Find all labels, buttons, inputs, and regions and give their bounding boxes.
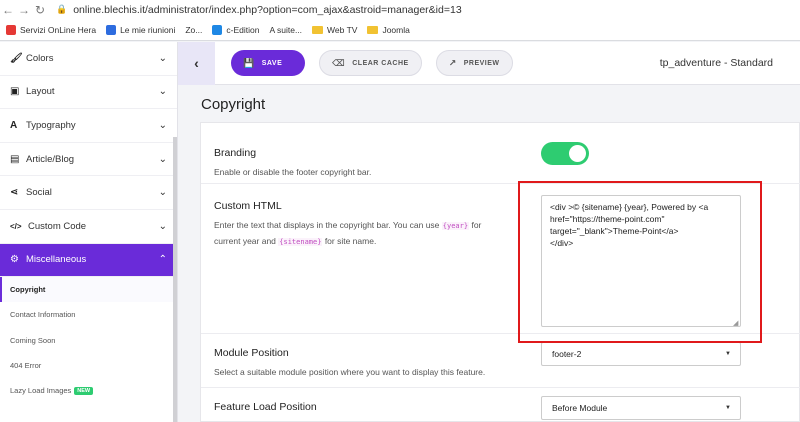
chevron-down-icon: ⌄ xyxy=(158,220,167,232)
bookmark-folder[interactable]: Joomla xyxy=(367,25,410,35)
custom-html-label: Custom HTML xyxy=(214,200,282,212)
sidebar-item-custom-code[interactable]: </> Custom Code ⌄ xyxy=(0,210,177,244)
bookmark-item[interactable]: Le mie riunioni xyxy=(106,24,175,35)
external-link-icon: ↗ xyxy=(448,57,457,68)
cogs-icon: ⚙ xyxy=(10,254,19,266)
chevron-down-icon: ⌄ xyxy=(158,119,167,131)
reload-icon[interactable]: ↻ xyxy=(32,3,48,17)
sidebar-subitem-coming-soon[interactable]: Coming Soon xyxy=(0,328,177,353)
sidebar-scrollbar[interactable] xyxy=(173,137,177,422)
bookmarks-bar: Servizi OnLine Hera Le mie riunioni Zo..… xyxy=(0,19,800,41)
bookmark-item[interactable]: Servizi OnLine Hera xyxy=(6,24,96,35)
sidebar-item-miscellaneous[interactable]: ⚙ Miscellaneous ⌃ xyxy=(0,243,177,278)
layout-icon: ▣ xyxy=(10,86,20,98)
branding-label: Branding xyxy=(214,147,257,159)
module-position-select[interactable]: footer-2 ▼ xyxy=(541,342,741,366)
back-arrow-icon[interactable]: ← xyxy=(0,3,16,17)
collapse-sidebar-button[interactable]: ‹ xyxy=(178,41,215,85)
chevron-down-icon: ⌄ xyxy=(158,153,167,165)
page-title: Copyright xyxy=(201,96,266,113)
save-icon: 💾 xyxy=(243,57,255,68)
bookmark-icon xyxy=(106,24,117,35)
sidebar-item-label: Miscellaneous xyxy=(26,254,87,266)
bookmark-item[interactable]: Zo... xyxy=(185,25,202,35)
branding-description: Enable or disable the footer copyright b… xyxy=(214,167,372,177)
branding-toggle[interactable] xyxy=(541,142,589,165)
clear-cache-button[interactable]: ⌫ CLEAR CACHE xyxy=(319,50,422,76)
caret-down-icon: ▼ xyxy=(725,351,731,357)
feature-load-position-label: Feature Load Position xyxy=(214,401,317,413)
folder-icon xyxy=(367,25,379,34)
sidebar-subitem-copyright[interactable]: Copyright xyxy=(0,277,177,303)
sidebar-item-article-blog[interactable]: ▤ Article/Blog ⌄ xyxy=(0,143,177,177)
bookmark-item[interactable]: A suite... xyxy=(269,25,302,35)
sidebar-subitem-lazy-load-images[interactable]: Lazy Load Images NEW xyxy=(0,378,177,403)
toggle-knob xyxy=(569,145,586,162)
sidebar-item-label: Typography xyxy=(26,119,76,131)
branding-row: Branding Enable or disable the footer co… xyxy=(201,123,800,184)
toolbar: ‹ 💾 SAVE ⌫ CLEAR CACHE ↗ PREVIEW tp_adve… xyxy=(178,41,800,85)
sidebar-subitem-contact-information[interactable]: Contact Information xyxy=(0,302,177,327)
caret-down-icon: ▼ xyxy=(725,405,731,411)
chevron-down-icon: ⌄ xyxy=(158,187,167,199)
bookmark-folder[interactable]: Web TV xyxy=(312,25,357,35)
sitename-code-tag: {sitename} xyxy=(278,238,323,246)
chevron-down-icon: ⌄ xyxy=(158,52,167,64)
url-text[interactable]: online.blechis.it/administrator/index.ph… xyxy=(73,4,461,16)
feature-load-position-select[interactable]: Before Module ▼ xyxy=(541,396,741,420)
module-position-description: Select a suitable module position where … xyxy=(214,367,486,377)
sidebar-item-layout[interactable]: ▣ Layout ⌄ xyxy=(0,76,177,110)
eraser-icon: ⌫ xyxy=(332,57,346,68)
preview-button[interactable]: ↗ PREVIEW xyxy=(435,50,513,76)
sidebar-item-social[interactable]: ⋖ Social ⌄ xyxy=(0,176,177,210)
sidebar-item-colors[interactable]: 🖌 Colors ⌄ xyxy=(0,42,177,76)
font-icon: A xyxy=(10,119,18,131)
sidebar-item-label: Social xyxy=(26,187,52,199)
sidebar-item-label: Custom Code xyxy=(28,220,87,232)
new-badge: NEW xyxy=(74,386,94,395)
browser-address-bar: ← → ↻ 🔒 online.blechis.it/administrator/… xyxy=(0,0,800,19)
forward-arrow-icon[interactable]: → xyxy=(16,3,32,17)
sidebar-item-label: Layout xyxy=(26,86,55,98)
year-code-tag: {year} xyxy=(441,222,470,230)
sidebar: 🖌 Colors ⌄ ▣ Layout ⌄ A Typography ⌄ ▤ A… xyxy=(0,42,178,422)
folder-icon xyxy=(312,25,324,34)
save-button[interactable]: 💾 SAVE xyxy=(231,50,305,76)
highlight-box xyxy=(518,181,762,343)
sidebar-item-typography[interactable]: A Typography ⌄ xyxy=(0,109,177,143)
sidebar-item-label: Article/Blog xyxy=(26,153,75,165)
paint-brush-icon: 🖌 xyxy=(10,52,23,64)
module-position-label: Module Position xyxy=(214,347,289,359)
bookmark-item[interactable]: c-Edition xyxy=(212,24,259,35)
chevron-down-icon: ⌄ xyxy=(158,86,167,98)
bookmark-icon xyxy=(6,24,16,35)
bookmark-icon xyxy=(212,24,223,35)
article-icon: ▤ xyxy=(10,153,20,165)
template-name: tp_adventure - Standard xyxy=(659,57,773,69)
sidebar-subitem-404-error[interactable]: 404 Error xyxy=(0,353,177,378)
chevron-left-icon: ‹ xyxy=(194,55,199,71)
custom-html-description: Enter the text that displays in the copy… xyxy=(214,220,482,246)
sidebar-item-label: Colors xyxy=(26,52,54,64)
share-icon: ⋖ xyxy=(10,187,19,199)
code-icon: </> xyxy=(10,221,22,231)
lock-icon: 🔒 xyxy=(56,4,68,14)
feature-load-position-row: Feature Load Position Before Module ▼ xyxy=(201,388,800,422)
chevron-up-icon: ⌃ xyxy=(158,254,167,266)
